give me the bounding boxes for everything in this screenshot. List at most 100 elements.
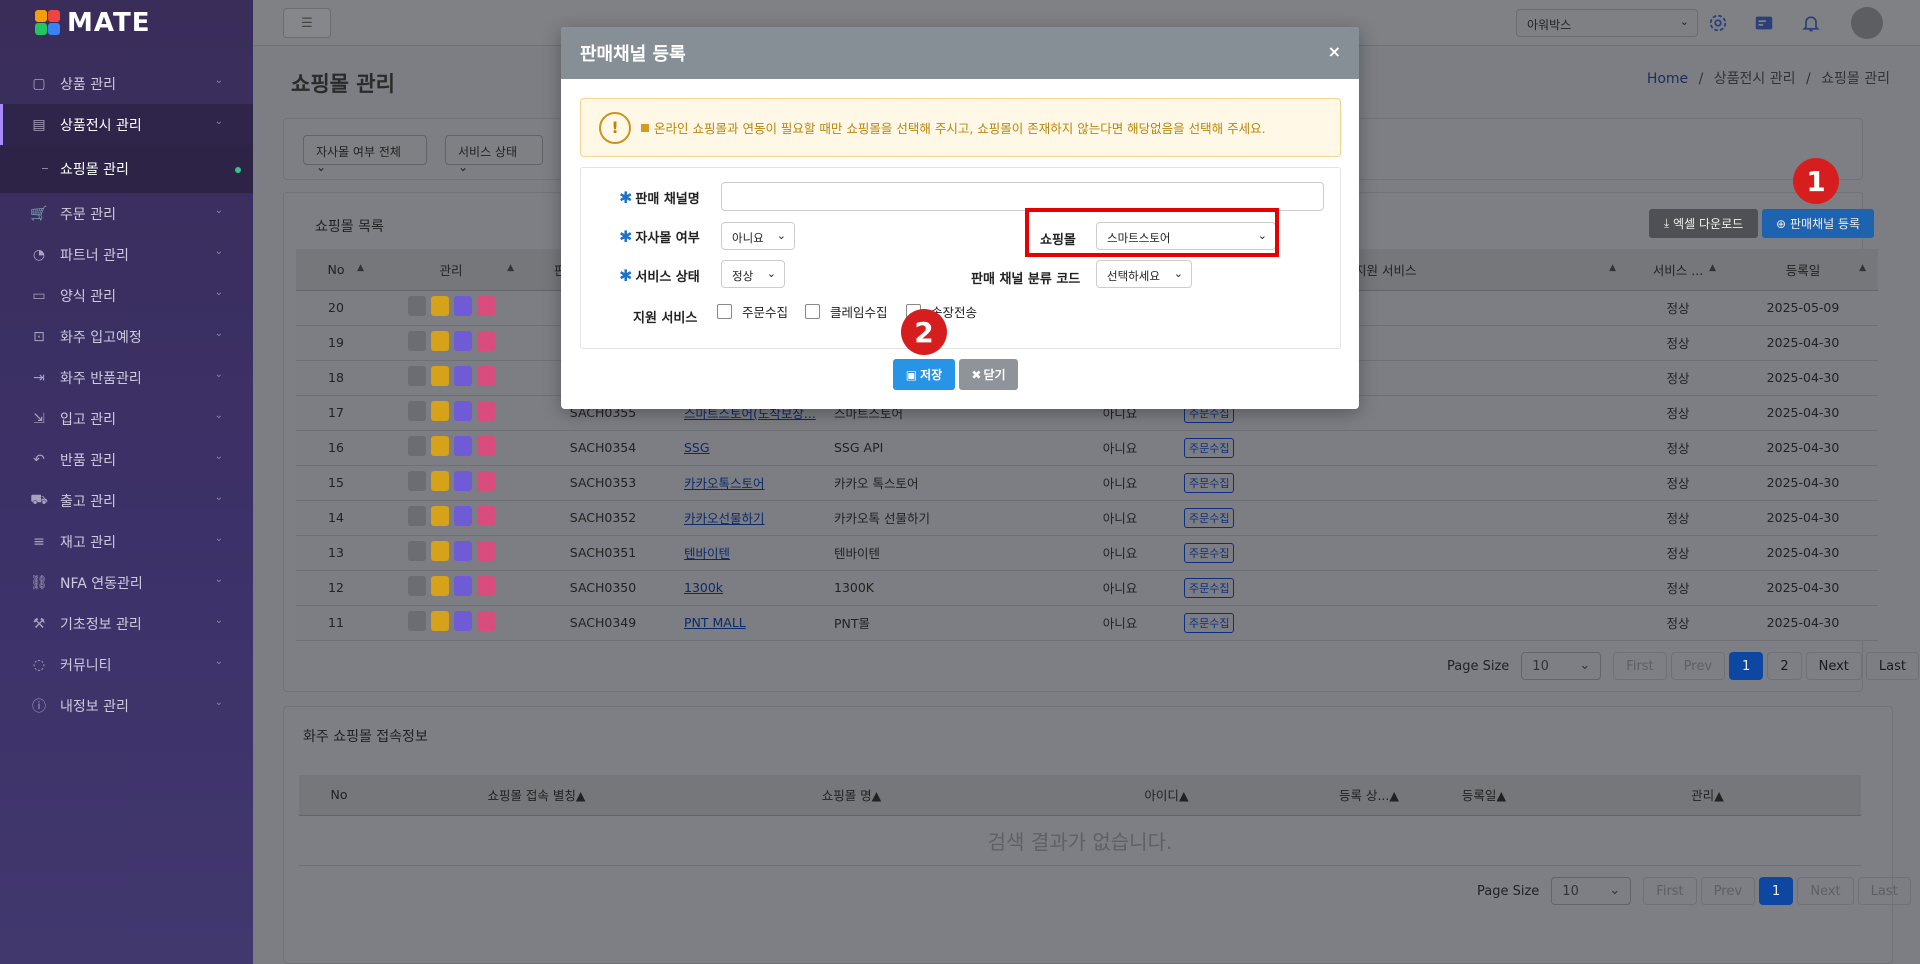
checkbox-claim-collect[interactable]: 클레임수집 (805, 302, 888, 321)
link-icon[interactable] (407, 436, 426, 456)
page-2-button[interactable]: 2 (1767, 652, 1802, 680)
col-manage[interactable]: 관리▲ (376, 249, 526, 291)
sidebar-item-stock[interactable]: ≡ 재고 관리 ⌄ (0, 521, 253, 562)
stop-icon[interactable] (453, 366, 472, 386)
link-icon[interactable] (407, 401, 426, 421)
col-reg-date[interactable]: 등록일▲ (1414, 775, 1554, 816)
prev-page-button[interactable]: Prev (1670, 652, 1726, 680)
sidebar-item-outbound[interactable]: ⛟ 출고 관리 ⌄ (0, 480, 253, 521)
stop-icon[interactable] (453, 471, 472, 491)
table-row[interactable]: 12 SACH0350 1300k 1300K 아니요 주문수집 정상 2025-04-30 (296, 570, 1878, 606)
pause-icon[interactable] (430, 541, 449, 561)
table-row[interactable]: 16 SACH0354 SSG SSG API 아니요 주문수집 정상 2025-04-30 (296, 430, 1878, 466)
page-1-button[interactable]: 1 (1759, 877, 1794, 905)
col-no[interactable]: No (299, 775, 379, 816)
trash-icon[interactable] (476, 401, 495, 421)
sidebar-item-nfa[interactable]: ⛓ NFA 연동관리 ⌄ (0, 562, 253, 603)
pause-icon[interactable] (430, 331, 449, 351)
col-alias[interactable]: 쇼핑몰 접속 별칭▲ (379, 775, 694, 816)
stop-icon[interactable] (453, 296, 472, 316)
trash-icon[interactable] (476, 506, 495, 526)
trash-icon[interactable] (476, 471, 495, 491)
trash-icon[interactable] (476, 576, 495, 596)
page-size-select[interactable]: 10 ⌄ (1521, 652, 1602, 680)
trash-icon[interactable] (476, 436, 495, 456)
pause-icon[interactable] (430, 576, 449, 596)
sidebar-item-display[interactable]: ▤ 상품전시 관리 ⌄ (0, 104, 253, 145)
stop-icon[interactable] (453, 506, 472, 526)
stop-icon[interactable] (453, 541, 472, 561)
col-id[interactable]: 아이디▲ (1009, 775, 1324, 816)
service-status-select[interactable]: 정상 ⌄ (721, 260, 785, 288)
sidebar-item-partner[interactable]: ◔ 파트너 관리 ⌄ (0, 234, 253, 275)
col-no[interactable]: No ▲ (296, 249, 376, 291)
stop-icon[interactable] (453, 331, 472, 351)
stop-icon[interactable] (453, 436, 472, 456)
table-row[interactable]: 15 SACH0353 카카오톡스토어 카카오 톡스토어 아니요 주문수집 정상 2025-0… (296, 465, 1878, 501)
sidebar-item-inbound[interactable]: ⇲ 입고 관리 ⌄ (0, 398, 253, 439)
channel-link[interactable]: 카카오선물하기 (684, 511, 765, 526)
col-manage[interactable]: 관리▲ (1554, 775, 1861, 816)
breadcrumb-section[interactable]: 상품전시 관리 (1714, 71, 1796, 87)
checkbox-box[interactable] (717, 304, 732, 319)
channel-link[interactable]: 카카오톡스토어 (684, 476, 765, 491)
own-mall-select[interactable]: 아니요 ⌄ (721, 222, 795, 250)
sidebar-item-product[interactable]: ▢ 상품 관리 ⌄ (0, 63, 253, 104)
pause-icon[interactable] (430, 471, 449, 491)
table-row[interactable]: 11 SACH0349 PNT MALL PNT몰 아니요 주문수집 정상 2025-04-3… (296, 605, 1878, 641)
table-row[interactable]: 13 SACH0351 텐바이텐 텐바이텐 아니요 주문수집 정상 2025-04-30 (296, 535, 1878, 571)
link-icon[interactable] (407, 471, 426, 491)
sidebar-item-shipper-inbound[interactable]: ⊡ 화주 입고예정 ⌄ (0, 316, 253, 357)
next-page-button[interactable]: Next (1797, 877, 1854, 905)
first-page-button[interactable]: First (1613, 652, 1667, 680)
last-page-button[interactable]: Last (1865, 652, 1919, 680)
pause-icon[interactable] (430, 506, 449, 526)
service-status-filter[interactable]: 서비스 상태 ⌄ (445, 135, 543, 174)
channel-link[interactable]: 1300k (684, 580, 723, 595)
pause-icon[interactable] (430, 611, 449, 631)
pause-icon[interactable] (430, 366, 449, 386)
link-icon[interactable] (407, 366, 426, 386)
sidebar-subitem-mall[interactable]: 쇼핑몰 관리 (0, 145, 253, 193)
trash-icon[interactable] (476, 611, 495, 631)
close-icon[interactable]: × (1328, 42, 1341, 61)
stop-icon[interactable] (453, 401, 472, 421)
page-size-select[interactable]: 10 ⌄ (1551, 877, 1632, 905)
trash-icon[interactable] (476, 541, 495, 561)
sidebar-item-my-info[interactable]: ⓘ 내정보 관리 ⌄ (0, 685, 253, 726)
save-button[interactable]: ▣ 저장 (893, 359, 955, 390)
sidebar-item-form[interactable]: ▭ 양식 관리 ⌄ (0, 275, 253, 316)
company-select[interactable]: 아워박스 ⌄ (1516, 9, 1698, 37)
trash-icon[interactable] (476, 366, 495, 386)
pause-icon[interactable] (430, 401, 449, 421)
bell-icon[interactable] (1798, 10, 1824, 36)
channel-name-input[interactable] (721, 182, 1324, 211)
excel-download-button[interactable]: ⤓ 엑셀 다운로드 (1649, 209, 1758, 238)
sidebar-item-basic-info[interactable]: ⚒ 기초정보 관리 ⌄ (0, 603, 253, 644)
stop-icon[interactable] (453, 611, 472, 631)
trash-icon[interactable] (476, 331, 495, 351)
support-icon[interactable] (1751, 10, 1777, 36)
gear-icon[interactable] (1705, 10, 1731, 36)
prev-page-button[interactable]: Prev (1700, 877, 1756, 905)
breadcrumb-home[interactable]: Home (1647, 71, 1688, 87)
pause-icon[interactable] (430, 296, 449, 316)
pause-icon[interactable] (430, 436, 449, 456)
next-page-button[interactable]: Next (1805, 652, 1862, 680)
channel-link[interactable]: SSG (684, 440, 710, 455)
checkbox-order-collect[interactable]: 주문수집 (717, 302, 788, 321)
sidebar-item-community[interactable]: ◌ 커뮤니티 ⌄ (0, 644, 253, 685)
first-page-button[interactable]: First (1643, 877, 1697, 905)
menu-toggle-button[interactable]: ☰ (283, 8, 331, 38)
link-icon[interactable] (407, 506, 426, 526)
register-channel-button[interactable]: ⊕ 판매채널 등록 (1762, 209, 1874, 238)
col-status[interactable]: 서비스 ... ▲ (1628, 249, 1728, 291)
class-code-select[interactable]: 선택하세요 ⌄ (1096, 260, 1192, 288)
col-reg-date[interactable]: 등록일▲ (1728, 249, 1878, 291)
trash-icon[interactable] (476, 296, 495, 316)
own-mall-filter[interactable]: 자사몰 여부 전체 ⌄ (303, 135, 427, 174)
last-page-button[interactable]: Last (1857, 877, 1911, 905)
page-1-button[interactable]: 1 (1729, 652, 1764, 680)
link-icon[interactable] (407, 331, 426, 351)
link-icon[interactable] (407, 541, 426, 561)
